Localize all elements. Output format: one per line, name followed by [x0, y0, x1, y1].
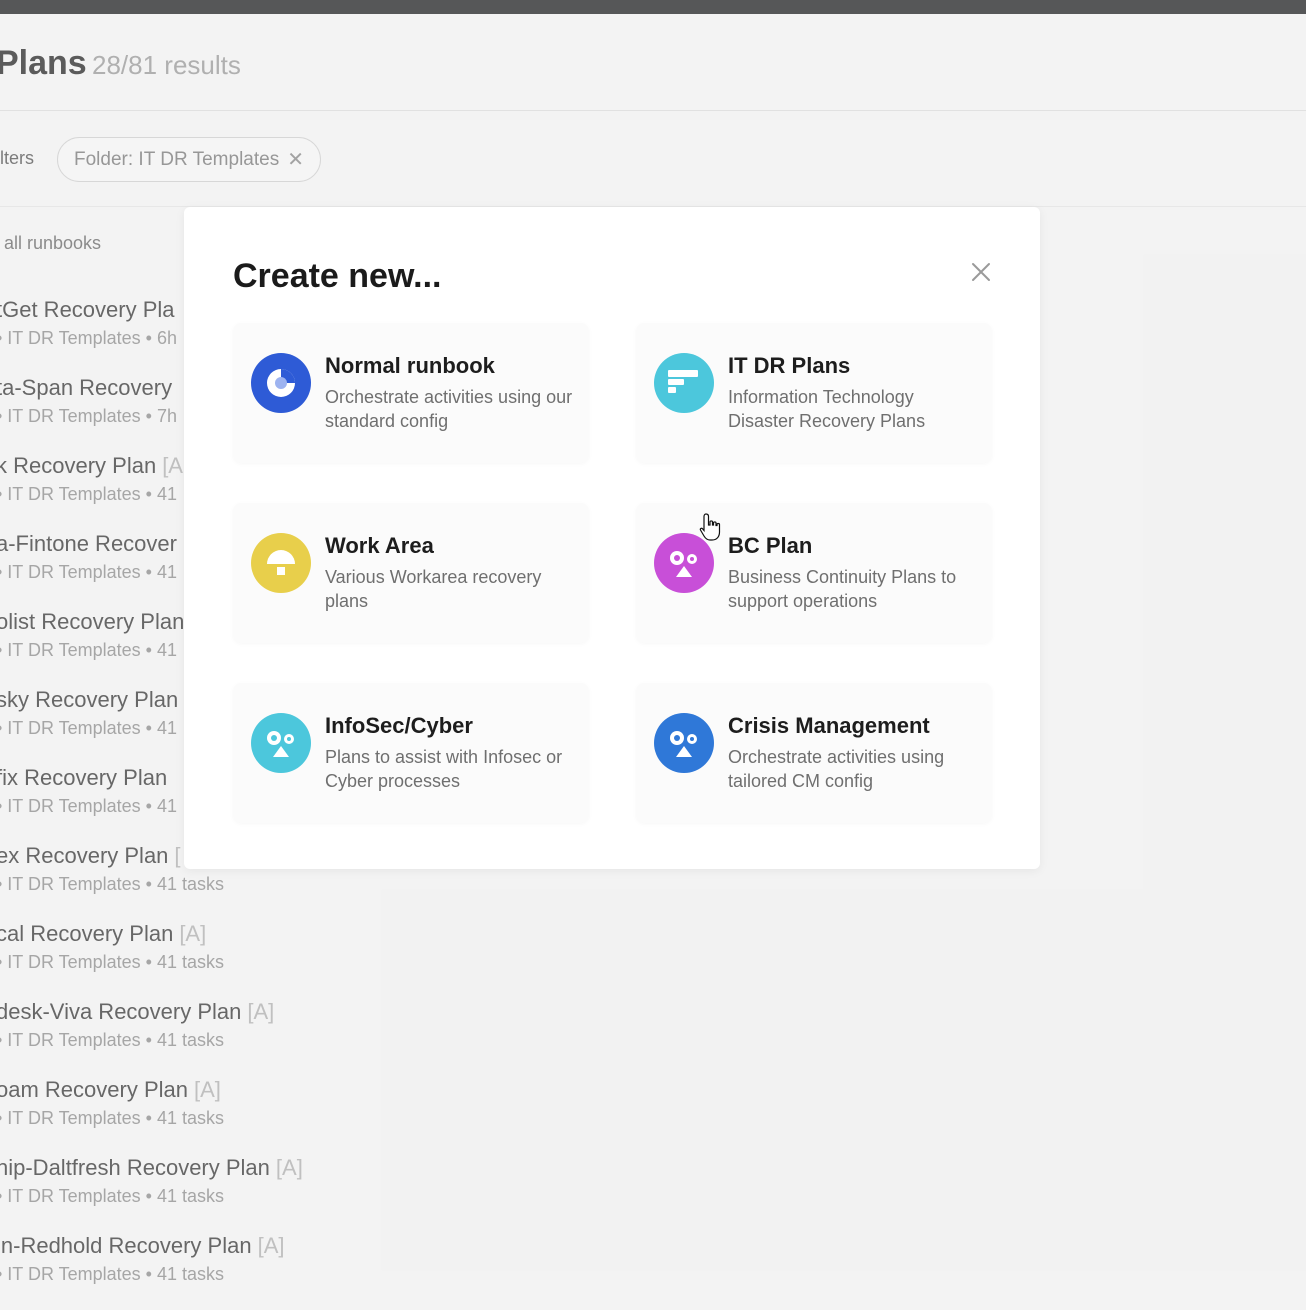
option-title: Normal runbook	[325, 353, 495, 378]
hand-cursor-icon	[698, 512, 724, 542]
option-infosec-cyber[interactable]: InfoSec/Cyber Plans to assist with Infos…	[233, 683, 589, 823]
option-title: BC Plan	[728, 533, 813, 558]
crisis-management-icon	[654, 713, 714, 773]
option-title: Crisis Management	[728, 713, 930, 738]
option-it-dr-plans[interactable]: IT DR Plans Information Technology Disas…	[636, 323, 992, 463]
option-description: Plans to assist with Infosec or Cyber pr…	[325, 747, 563, 791]
option-title: IT DR Plans	[728, 353, 851, 378]
option-description: Business Continuity Plans to support ope…	[728, 567, 957, 611]
option-description: Information Technology Disaster Recovery…	[728, 387, 926, 431]
option-description: Orchestrate activities using tailored CM…	[728, 747, 945, 791]
close-icon[interactable]	[966, 257, 996, 287]
option-title: InfoSec/Cyber	[325, 713, 473, 738]
it-dr-plans-icon	[654, 353, 714, 413]
option-crisis-management[interactable]: Crisis Management Orchestrate activities…	[636, 683, 992, 823]
option-description: Various Workarea recovery plans	[325, 567, 542, 611]
option-work-area[interactable]: Work Area Various Workarea recovery plan…	[233, 503, 589, 643]
option-normal-runbook[interactable]: Normal runbook Orchestrate activities us…	[233, 323, 589, 463]
option-bc-plan[interactable]: BC Plan Business Continuity Plans to sup…	[636, 503, 992, 643]
option-title: Work Area	[325, 533, 434, 558]
option-description: Orchestrate activities using our standar…	[325, 387, 573, 431]
create-new-modal: Create new... Normal runbook Orchestrate…	[184, 207, 1040, 869]
work-area-icon	[251, 533, 311, 593]
normal-runbook-icon	[251, 353, 311, 413]
infosec-cyber-icon	[251, 713, 311, 773]
modal-title: Create new...	[233, 257, 442, 295]
